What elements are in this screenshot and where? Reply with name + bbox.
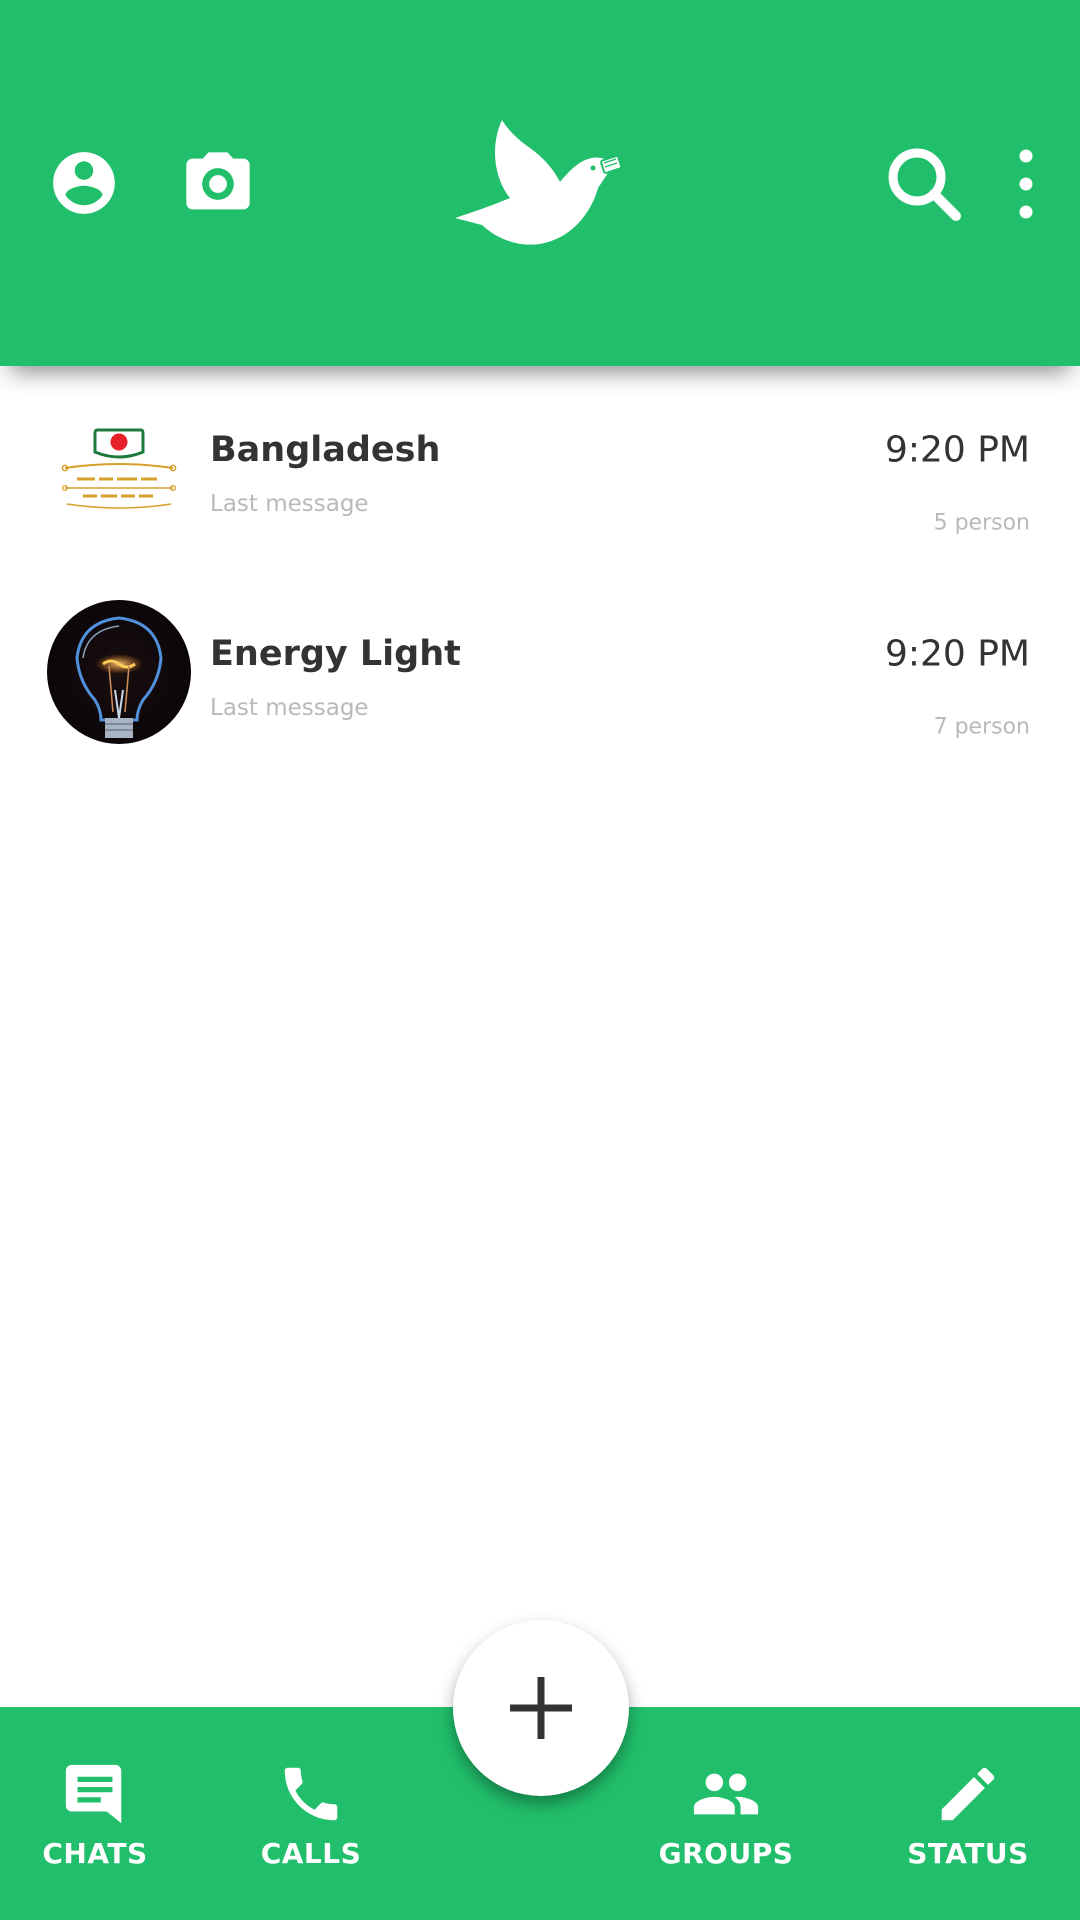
nav-label: STATUS (907, 1837, 1029, 1870)
nav-label: GROUPS (658, 1837, 794, 1870)
nav-label: CHATS (42, 1837, 148, 1870)
chat-icon (60, 1759, 130, 1829)
plus-icon (510, 1677, 572, 1739)
nav-groups[interactable]: GROUPS (626, 1707, 826, 1920)
light-bulb-image (47, 600, 191, 744)
nav-calls[interactable]: CALLS (211, 1707, 411, 1920)
nav-status[interactable]: STATUS (868, 1707, 1068, 1920)
chat-name: Energy Light (210, 634, 461, 674)
chat-time: 9:20 PM (884, 429, 1030, 471)
chat-last-message: Last message (210, 491, 369, 517)
bangladesh-television-logo (47, 396, 191, 540)
chat-last-message: Last message (210, 695, 369, 721)
chat-time: 9:20 PM (884, 633, 1030, 675)
chat-item-energy-light[interactable]: Energy Light Last message 9:20 PM 7 pers… (0, 600, 1080, 804)
phone-icon (276, 1759, 346, 1829)
chat-member-count: 7 person (933, 714, 1030, 740)
app-header (0, 0, 1080, 366)
groups-icon (691, 1759, 761, 1829)
nav-chats[interactable]: CHATS (0, 1707, 195, 1920)
dove-logo (452, 118, 624, 248)
profile-icon[interactable] (47, 146, 121, 220)
chat-member-count: 5 person (933, 510, 1030, 536)
search-icon[interactable] (886, 146, 962, 222)
camera-icon[interactable] (180, 146, 256, 222)
new-chat-fab[interactable] (453, 1620, 629, 1796)
pencil-icon (933, 1759, 1003, 1829)
more-vertical-icon[interactable] (1010, 146, 1042, 222)
nav-label: CALLS (260, 1837, 362, 1870)
chat-name: Bangladesh (210, 430, 441, 470)
chat-item-bangladesh[interactable]: Bangladesh Last message 9:20 PM 5 person (0, 396, 1080, 600)
